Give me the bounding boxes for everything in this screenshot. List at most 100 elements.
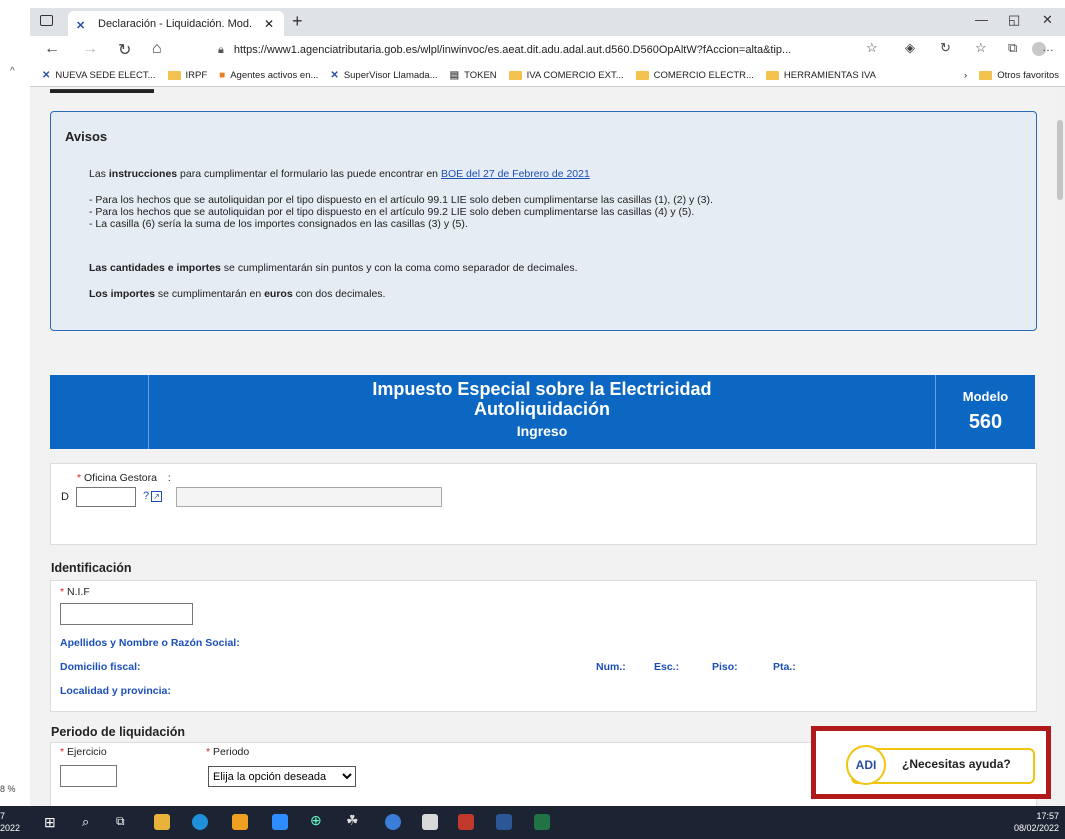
domicilio-label: Domicilio fiscal:	[60, 661, 141, 673]
aviso-bullet: - Para los hechos que se autoliquidan po…	[89, 206, 695, 218]
tab-close-icon[interactable]: ✕	[264, 17, 274, 31]
identificacion-panel: * N.I.F Apellidos y Nombre o Razón Socia…	[50, 580, 1037, 712]
piso-label: Piso:	[712, 661, 738, 673]
num-label: Num.:	[596, 661, 626, 673]
other-favorites[interactable]: Otros favoritos	[979, 70, 1059, 81]
ejercicio-label: * Ejercicio	[60, 746, 107, 758]
esc-label: Esc.:	[654, 661, 680, 673]
address-bar-row: ← → ↻ ⌂ 🔒︎ https://www1.agenciatributari…	[30, 36, 1065, 64]
windows-start-icon[interactable]: ⊞	[44, 814, 60, 830]
adi-logo-icon[interactable]: ADI	[846, 745, 886, 785]
people-app-icon[interactable]: ☘	[346, 812, 362, 828]
left-clock: 7 2022	[0, 811, 21, 833]
form-banner: Impuesto Especial sobre la Electricidad …	[50, 375, 1035, 449]
url-field[interactable]: 🔒︎ https://www1.agenciatributaria.gob.es…	[218, 39, 858, 61]
extension-icon[interactable]: ◈	[905, 40, 915, 56]
bookmarks-overflow-icon[interactable]: ›	[964, 70, 967, 81]
modelo-label: Modelo	[962, 389, 1009, 404]
nif-input[interactable]	[60, 603, 193, 625]
teams-app-icon[interactable]	[385, 814, 401, 830]
clipped-section-heading: ▬▬▬▬▬▬▬▬	[50, 87, 154, 96]
system-clock[interactable]: 17:57 08/02/2022	[1014, 810, 1059, 834]
bookmarks-bar: ✕ NUEVA SEDE ELECT... IRPF ■ Agentes activ…	[30, 64, 1065, 87]
banner-type: Ingreso	[516, 423, 568, 439]
refresh-extension-icon[interactable]: ↻	[940, 40, 951, 56]
minimize-icon[interactable]: —	[975, 12, 988, 27]
collapse-caret-icon[interactable]: ^	[10, 66, 15, 77]
browser-tab[interactable]: ✕ Declaración - Liquidación. Mod. ✕	[68, 11, 284, 36]
boe-link[interactable]: BOE del 27 de Febrero de 2021	[441, 168, 590, 180]
aeat-icon: ✕	[330, 69, 339, 81]
portal-app-icon[interactable]	[458, 814, 474, 830]
new-tab-icon[interactable]: +	[292, 11, 303, 32]
scrollbar-thumb[interactable]	[1057, 120, 1063, 200]
cantidades-note: Las cantidades e importes se cumplimenta…	[89, 262, 578, 274]
bookmark-item[interactable]: ▤ TOKEN	[450, 70, 497, 81]
close-window-icon[interactable]: ✕	[1042, 12, 1053, 28]
file-explorer-icon[interactable]	[154, 814, 170, 830]
folder-icon	[167, 70, 181, 80]
oficina-name-field	[176, 487, 442, 507]
bookmark-item[interactable]: ■ Agentes activos en...	[219, 70, 318, 81]
periodo-label: * Periodo	[206, 746, 250, 758]
edge-icon[interactable]	[192, 814, 208, 830]
favorites-icon[interactable]: ☆	[975, 40, 987, 56]
oficina-help-icon[interactable]: ? ↗	[143, 490, 162, 502]
lock-icon: 🔒︎	[218, 43, 224, 56]
banner-title: Impuesto Especial sobre la Electricidad	[372, 379, 712, 399]
avisos-title: Avisos	[65, 129, 108, 144]
restore-icon[interactable]: ◱	[1008, 12, 1020, 28]
tab-actions-icon[interactable]	[40, 15, 53, 26]
oficina-panel: * Oficina Gestora : D ? ↗	[50, 463, 1037, 545]
tab-title: Declaración - Liquidación. Mod.	[98, 17, 253, 30]
refresh-icon[interactable]: ↻	[118, 40, 131, 60]
identificacion-title: Identificación	[51, 561, 132, 575]
more-menu-icon[interactable]: …	[1042, 40, 1054, 54]
folder-icon	[979, 70, 993, 80]
nif-label: * N.I.F	[60, 586, 90, 598]
bookmark-item[interactable]: IRPF	[167, 70, 207, 81]
read-aloud-icon[interactable]: ☆	[866, 40, 878, 56]
periodo-select[interactable]: Elija la opción deseada	[208, 766, 356, 787]
excel-icon[interactable]	[534, 814, 550, 830]
banner-subtitle: Autoliquidación	[474, 399, 610, 419]
oficina-label: * Oficina Gestora :	[77, 472, 171, 484]
pta-label: Pta.:	[773, 661, 796, 673]
bookmark-item[interactable]: ✕ SuperVisor Llamada...	[330, 70, 437, 81]
globe-app-icon[interactable]: ⊕	[310, 812, 326, 828]
page-icon: ▤	[449, 69, 460, 81]
search-icon[interactable]: ⌕	[82, 814, 98, 830]
oficina-prefix: D	[61, 491, 69, 503]
bookmark-item[interactable]: IVA COMERCIO EXT...	[508, 70, 624, 81]
app-icon[interactable]	[232, 814, 248, 830]
folder-icon	[765, 70, 779, 80]
forward-icon[interactable]: →	[82, 40, 98, 58]
bookmark-item[interactable]: COMERCIO ELECTR...	[635, 70, 754, 81]
back-icon[interactable]: ←	[44, 40, 60, 58]
collections-icon[interactable]: ⧉	[1008, 40, 1017, 56]
background-window-strip: ^ 8 %	[0, 0, 30, 806]
aeat-icon: ✕	[42, 69, 51, 81]
ejercicio-input[interactable]	[60, 765, 117, 787]
bookmark-item[interactable]: HERRAMIENTAS IVA	[765, 70, 876, 81]
help-text[interactable]: ¿Necesitas ayuda?	[902, 757, 1011, 771]
word-icon[interactable]	[496, 814, 512, 830]
instructions-line: Las instrucciones para cumplimentar el f…	[89, 168, 590, 180]
bookmark-item[interactable]: ✕ NUEVA SEDE ELECT...	[42, 70, 156, 81]
app-icon: ■	[219, 69, 226, 81]
localidad-label: Localidad y provincia:	[60, 685, 171, 697]
home-icon[interactable]: ⌂	[152, 40, 162, 58]
modelo-number: 560	[968, 411, 1003, 433]
oficina-code-input[interactable]	[76, 487, 136, 507]
background-zoom-level: 8 %	[0, 784, 16, 794]
apellidos-label: Apellidos y Nombre o Razón Social:	[60, 637, 240, 649]
mail-app-icon[interactable]	[422, 814, 438, 830]
folder-icon	[508, 70, 522, 80]
aviso-bullet: - La casilla (6) sería la suma de los im…	[89, 218, 468, 230]
windows-taskbar: 7 2022 ⊞ ⌕ ⧉ ⊕ ☘ 17:57 08/02/2022	[0, 806, 1065, 839]
page-content: ▬▬▬▬▬▬▬▬ Avisos Las instrucciones para c…	[30, 87, 1055, 806]
task-view-icon[interactable]: ⧉	[116, 814, 132, 830]
importes-note: Los importes se cumplimentarán en euros …	[89, 288, 386, 300]
periodo-title: Periodo de liquidación	[51, 725, 186, 739]
zoom-app-icon[interactable]	[272, 814, 288, 830]
